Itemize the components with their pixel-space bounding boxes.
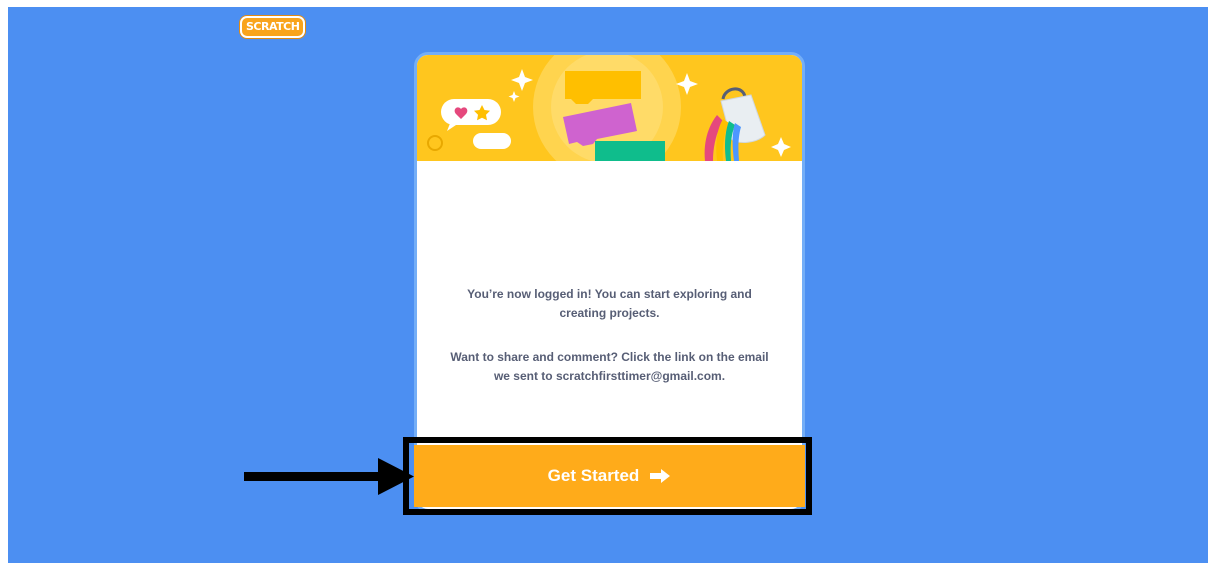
scratch-logo[interactable]: SCRATCH bbox=[240, 16, 306, 38]
get-started-button[interactable]: Get Started bbox=[414, 445, 805, 507]
card-message: You’re now logged in! You can start expl… bbox=[417, 285, 802, 386]
small-bubble bbox=[473, 133, 511, 149]
welcome-card: You’re now logged in! You can start expl… bbox=[414, 52, 805, 512]
email-confirm-message: Want to share and comment? Click the lin… bbox=[450, 350, 769, 383]
card-header-illustration bbox=[417, 55, 802, 181]
sparkle-bottom bbox=[771, 137, 791, 157]
header-illustration bbox=[427, 55, 791, 181]
arrow-right-icon bbox=[650, 469, 671, 483]
paint-bucket-icon bbox=[704, 87, 766, 161]
get-started-label: Get Started bbox=[547, 466, 640, 485]
sparkle-icon bbox=[511, 69, 533, 91]
heart-star-bubble bbox=[441, 99, 501, 131]
swirl bbox=[427, 135, 443, 151]
sparkle-small bbox=[508, 91, 520, 102]
green-block bbox=[595, 141, 665, 165]
logged-in-message: You’re now logged in! You can start expl… bbox=[467, 287, 752, 320]
scratch-logo-text: SCRATCH bbox=[246, 20, 300, 33]
